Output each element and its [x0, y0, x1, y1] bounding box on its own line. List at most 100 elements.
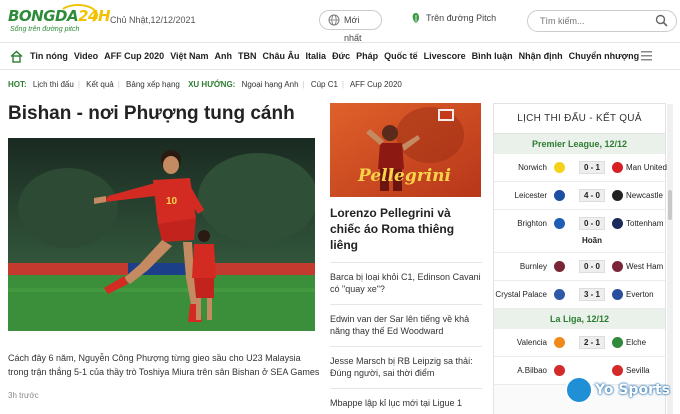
nav-item[interactable]: Nhận định — [519, 51, 563, 61]
home-crest-icon — [554, 218, 565, 229]
svg-text:10: 10 — [166, 196, 178, 207]
nav-items: Tin nóng Video AFF Cup 2020 Việt Nam Anh TBN C… — [30, 51, 645, 61]
nav-item[interactable]: Pháp — [356, 51, 378, 61]
league-header[interactable]: Premier League, 12/12 — [494, 134, 665, 154]
match-row[interactable]: Burnley 0 - 0 West Ham — [494, 253, 665, 281]
separator: | — [341, 80, 345, 89]
hot-label: HOT: — [8, 80, 27, 89]
match-row[interactable]: Norwich 0 - 1 Man United — [494, 154, 667, 182]
away-team: Sevilla — [626, 366, 650, 375]
news-item[interactable]: Barca bị loại khỏi C1, Edinson Cavani có… — [330, 262, 482, 304]
away-team: Elche — [626, 338, 647, 347]
news-item[interactable]: Mbappe lập kỉ lục mới tại Ligue 1 — [330, 388, 482, 414]
away-team: Everton — [626, 290, 654, 299]
separator: | — [77, 80, 80, 89]
nav-item[interactable]: Tin nóng — [30, 51, 68, 61]
home-crest-icon — [554, 261, 565, 272]
separator: | — [117, 80, 120, 89]
current-date: Chủ Nhật,12/12/2021 — [110, 15, 196, 25]
celebration-photo: 10 — [8, 138, 315, 331]
away-team: Newcastle — [626, 191, 663, 200]
scrollbar-thumb[interactable] — [668, 190, 672, 220]
match-score: 3 - 1 — [579, 288, 605, 301]
nav-item[interactable]: Italia — [306, 51, 327, 61]
separator: | — [302, 80, 305, 89]
home-team: Burnley — [519, 262, 547, 271]
home-team: Norwich — [518, 163, 547, 172]
hamburger-menu-icon[interactable] — [641, 51, 652, 61]
mid-article-photo[interactable]: Pellegrini — [330, 103, 481, 197]
away-crest-icon — [612, 218, 623, 229]
nav-item[interactable]: Đức — [332, 51, 350, 61]
photo-caption: Pellegrini — [357, 166, 451, 186]
home-team: Leicester — [514, 191, 547, 200]
trend-link[interactable]: Ngoại hạng Anh — [242, 80, 299, 89]
nav-item[interactable]: AFF Cup 2020 — [104, 51, 164, 61]
match-row[interactable]: Valencia 2 - 1 Elche — [494, 329, 665, 357]
nav-item[interactable]: Quốc tế — [384, 51, 418, 61]
away-crest-icon — [612, 289, 623, 300]
nav-item[interactable]: Việt Nam — [170, 51, 208, 61]
match-row[interactable]: Brighton 0 - 0 Tottenham Hoãn — [494, 210, 665, 253]
search-icon[interactable] — [655, 14, 668, 27]
main-article-time: 3h trước — [8, 391, 39, 400]
pitch-label: Trên đường Pitch — [426, 13, 497, 23]
nav-item[interactable]: Video — [74, 51, 98, 61]
nav-item[interactable]: Livescore — [424, 51, 466, 61]
away-crest-icon — [612, 337, 623, 348]
match-row[interactable]: Leicester 4 - 0 Newcastle — [494, 182, 665, 210]
home-icon[interactable] — [10, 50, 23, 63]
home-crest-icon — [554, 365, 565, 376]
nav-item[interactable]: Bình luận — [472, 51, 513, 61]
home-team: Brighton — [517, 219, 547, 228]
nav-item[interactable]: Châu Âu — [263, 51, 300, 61]
newest-label: Mới nhất — [344, 15, 362, 43]
home-crest-icon — [554, 337, 565, 348]
newest-button[interactable]: Mới nhất — [319, 10, 382, 43]
hot-link[interactable]: Lịch thi đấu — [33, 80, 74, 89]
mid-news-list: Barca bị loại khỏi C1, Edinson Cavani có… — [330, 262, 482, 414]
away-crest-icon — [612, 261, 623, 272]
hot-link[interactable]: Bảng xếp hạng — [126, 80, 180, 89]
news-item[interactable]: Edwin van der Sar lên tiếng về khả năng … — [330, 304, 482, 346]
main-article-desc: Cách đây 6 năm, Nguyễn Công Phượng từng … — [8, 353, 320, 377]
nav-item[interactable]: TBN — [238, 51, 257, 61]
watermark-ball-icon — [565, 376, 593, 404]
hot-bar: HOT: Lịch thi đấu | Kết quả | Bảng xếp hạn… — [8, 80, 406, 89]
nav-item[interactable]: Chuyển nhượng — [569, 51, 639, 61]
pitch-icon — [412, 13, 419, 23]
nav-item[interactable]: Anh — [215, 51, 233, 61]
match-row[interactable]: Crystal Palace 3 - 1 Everton — [494, 281, 665, 309]
away-crest-icon — [612, 162, 623, 173]
home-crest-icon — [554, 190, 565, 201]
match-score: 0 - 0 — [579, 217, 605, 230]
match-score: 2 - 1 — [579, 336, 605, 349]
globe-icon — [328, 14, 340, 26]
site-logo[interactable]: BONGDA24H Sống trên đường pitch — [8, 4, 111, 38]
main-article-title[interactable]: Bishan - nơi Phượng tung cánh — [8, 103, 295, 125]
away-crest-icon — [612, 365, 623, 376]
news-item[interactable]: Jesse Marsch bị RB Leipzig sa thải: Đúng… — [330, 346, 482, 388]
trend-link[interactable]: AFF Cup 2020 — [350, 80, 402, 89]
home-team: Valencia — [516, 338, 547, 347]
panel-scrollbar[interactable] — [667, 104, 673, 414]
match-score: 4 - 0 — [579, 189, 605, 202]
home-crest-icon — [554, 289, 565, 300]
watermark: Yo Sports — [565, 376, 675, 406]
trend-label: XU HƯỚNG: — [188, 80, 236, 89]
away-team: West Ham — [626, 262, 664, 271]
league-header[interactable]: La Liga, 12/12 — [494, 309, 665, 329]
match-score: 0 - 1 — [579, 161, 605, 174]
pitch-link[interactable]: Trên đường Pitch — [410, 13, 496, 23]
hot-link[interactable]: Kết quả — [86, 80, 114, 89]
match-score: 0 - 0 — [579, 260, 605, 273]
league-list: Premier League, 12/12 Norwich 0 - 1 Man Uni… — [494, 134, 667, 385]
mid-article-title[interactable]: Lorenzo Pellegrini và chiếc áo Roma thiê… — [330, 205, 482, 253]
fixtures-results-panel: LỊCH THI ĐẤU - KẾT QUẢ Premier League, 1… — [493, 103, 667, 414]
home-crest-icon — [554, 162, 565, 173]
site-header: BONGDA24H Sống trên đường pitch Chủ Nhật… — [0, 0, 680, 43]
pellegrini-photo: Pellegrini — [330, 103, 481, 197]
home-team: Crystal Palace — [495, 290, 547, 299]
main-article-photo[interactable]: 10 — [8, 138, 315, 331]
trend-link[interactable]: Cúp C1 — [311, 80, 338, 89]
